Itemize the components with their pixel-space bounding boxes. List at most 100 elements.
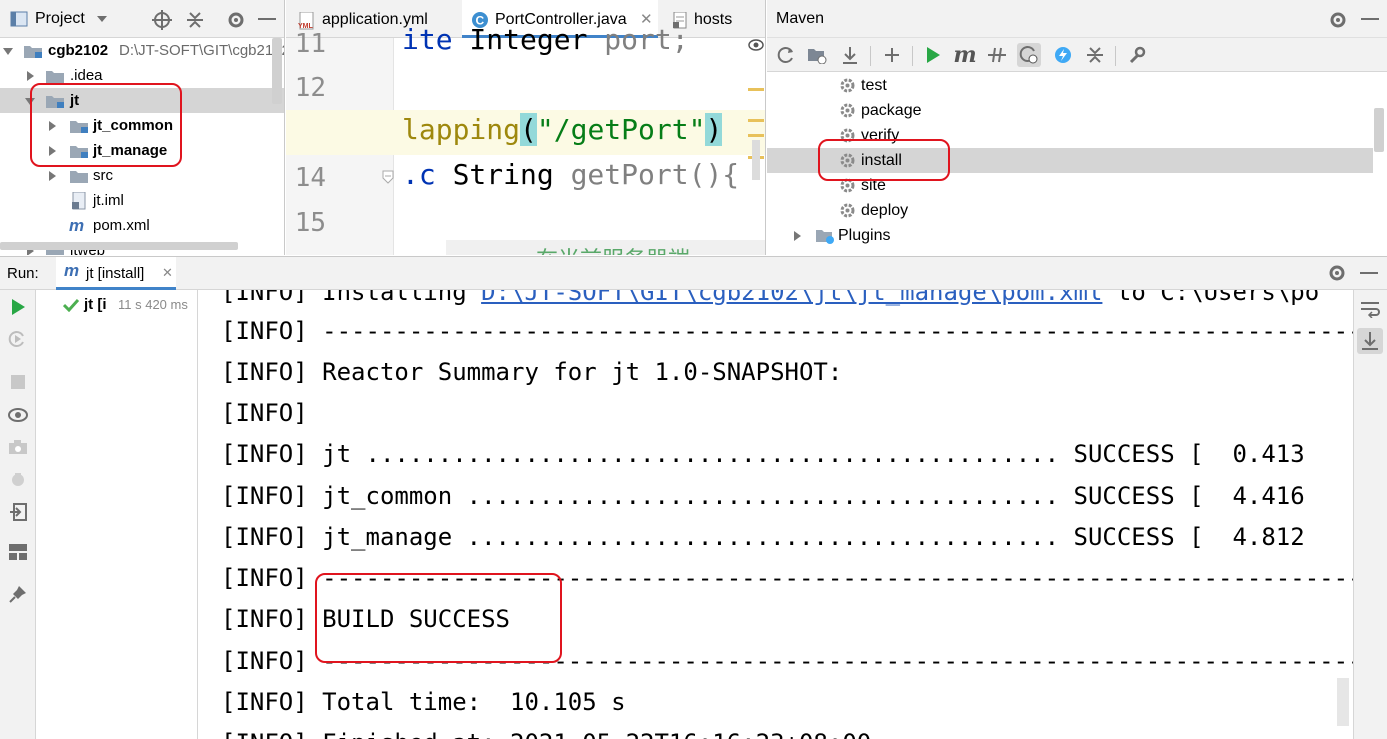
- project-title[interactable]: Project: [35, 10, 85, 28]
- pin-icon[interactable]: [6, 582, 30, 606]
- folder-icon: [70, 169, 88, 183]
- camera-icon[interactable]: [6, 435, 30, 459]
- log-text: Total time: 10.105 s: [307, 688, 626, 716]
- skip-tests-icon[interactable]: [1017, 43, 1041, 67]
- run-item-label: jt [i: [84, 296, 107, 313]
- chevron-down-icon[interactable]: [96, 14, 108, 24]
- gear-icon[interactable]: [1328, 10, 1348, 30]
- tab-jt-install[interactable]: m jt [install] ✕: [56, 257, 176, 290]
- wrench-icon[interactable]: [1125, 43, 1149, 67]
- console-line: [INFO]: [221, 393, 308, 434]
- console-scrollbar[interactable]: [1337, 678, 1349, 726]
- expand-arrow-icon[interactable]: [3, 38, 13, 63]
- log-text: jt_manage ..............................…: [307, 523, 1305, 551]
- editor-scrollbar[interactable]: [752, 140, 760, 180]
- lifecycle-item-package[interactable]: package: [767, 98, 1373, 123]
- warning-marker[interactable]: [748, 88, 764, 91]
- code-text: String: [435, 158, 571, 191]
- highlight-box-install: [818, 139, 950, 181]
- console-line: [INFO] ---------------------------------…: [221, 311, 1353, 352]
- layout-icon[interactable]: [6, 540, 30, 564]
- tree-item-plugins[interactable]: Plugins: [767, 223, 1373, 248]
- run-left-toolbar: [0, 290, 36, 739]
- lightning-icon[interactable]: [1051, 43, 1075, 67]
- project-view-icon[interactable]: [10, 11, 28, 27]
- lifecycle-label: deploy: [861, 202, 909, 219]
- minimize-icon[interactable]: [1361, 18, 1379, 21]
- yml-file-icon: YML: [298, 12, 318, 30]
- lifecycle-item-test[interactable]: test: [767, 73, 1373, 98]
- locate-icon[interactable]: [152, 10, 172, 30]
- minimize-icon[interactable]: [1360, 272, 1378, 275]
- toggle-offline-icon[interactable]: [985, 43, 1009, 67]
- maven-title: Maven: [776, 10, 825, 27]
- collapse-all-icon[interactable]: [186, 10, 204, 30]
- highlight-box-build-success: [315, 573, 562, 663]
- code-line-16: 在当前服务器端: [446, 240, 765, 255]
- add-icon[interactable]: [880, 43, 904, 67]
- warning-marker[interactable]: [748, 134, 764, 137]
- run-tree: jt [i 11 s 420 ms: [36, 290, 198, 739]
- line-number: 14: [294, 163, 326, 193]
- log-text: to C:\Users\po: [1102, 290, 1320, 306]
- run-tree-item[interactable]: jt [i 11 s 420 ms: [36, 293, 197, 317]
- fold-icon[interactable]: [382, 170, 394, 184]
- close-tab-icon[interactable]: ✕: [162, 265, 173, 281]
- scroll-to-end-icon[interactable]: [1357, 328, 1383, 354]
- gear-icon: [839, 77, 856, 94]
- warning-marker[interactable]: [748, 119, 764, 122]
- log-text: jt_common ..............................…: [307, 482, 1305, 510]
- toolbar-separator: [870, 46, 871, 66]
- tree-item-jt-iml[interactable]: jt.iml: [0, 188, 284, 213]
- log-prefix: [INFO]: [221, 482, 308, 510]
- minimize-icon[interactable]: [258, 18, 276, 21]
- console-output[interactable]: [INFO] Installing D:\JT-SOFT\GIT\cgb2102…: [199, 290, 1353, 739]
- lifecycle-label: test: [861, 77, 887, 94]
- code-method: getPort(){: [570, 158, 740, 191]
- gear-icon: [839, 202, 856, 219]
- lifecycle-item-deploy[interactable]: deploy: [767, 198, 1373, 223]
- gear-icon[interactable]: [1327, 263, 1347, 283]
- collapsed-arrow-icon[interactable]: [792, 231, 802, 241]
- code-comment: 在当前服务器端: [536, 242, 690, 255]
- tab-label: hosts: [694, 11, 733, 28]
- log-prefix: [INFO]: [221, 605, 308, 633]
- stop-icon[interactable]: [6, 370, 30, 394]
- run-label: Run:: [7, 265, 39, 282]
- tree-item-cgb2102[interactable]: cgb2102 D:\JT-SOFT\GIT\cgb2102: [0, 38, 284, 63]
- rerun-icon[interactable]: [6, 295, 30, 319]
- module-folder-icon: [24, 44, 42, 58]
- soft-wrap-icon[interactable]: [1360, 300, 1380, 318]
- code-editor[interactable]: YML application.yml C PortController.jav…: [286, 0, 766, 255]
- tree-item-pom-xml[interactable]: m pom.xml: [0, 213, 284, 238]
- project-panel-header: Project: [0, 0, 284, 38]
- maven-goal-icon[interactable]: m: [953, 42, 977, 68]
- eye-icon[interactable]: [748, 38, 764, 52]
- log-prefix: [INFO]: [221, 647, 308, 675]
- vertical-scrollbar[interactable]: [272, 38, 282, 104]
- download-icon[interactable]: [838, 43, 862, 67]
- lifecycle-label: package: [861, 102, 922, 119]
- log-prefix: [INFO]: [221, 523, 308, 551]
- gear-icon[interactable]: [226, 10, 246, 30]
- tree-label: cgb2102: [48, 42, 109, 59]
- log-link[interactable]: D:\JT-SOFT\GIT\cgb2102\jt\jt_manage\pom.…: [481, 290, 1102, 306]
- line-number: 15: [294, 208, 326, 238]
- collapse-all-icon[interactable]: [1083, 43, 1107, 67]
- reload-icon[interactable]: [774, 43, 798, 67]
- toolbar-separator: [1115, 46, 1116, 66]
- exit-icon[interactable]: [6, 500, 30, 524]
- horizontal-scrollbar[interactable]: [0, 242, 238, 250]
- console-line: [INFO] Installing D:\JT-SOFT\GIT\cgb2102…: [221, 290, 1319, 313]
- vertical-scrollbar[interactable]: [1374, 108, 1384, 152]
- log-prefix: [INFO]: [221, 729, 308, 739]
- code-line-13: lapping("/getPort"): [402, 113, 723, 146]
- highlight-box-modules: [30, 83, 182, 167]
- debug-icon[interactable]: [6, 468, 30, 492]
- eye-icon[interactable]: [6, 403, 30, 427]
- rerun-failed-icon[interactable]: [6, 328, 30, 352]
- plugins-folder-icon: [816, 228, 836, 244]
- reimport-folder-icon[interactable]: [805, 43, 829, 67]
- line-number: 12: [294, 73, 326, 103]
- run-icon[interactable]: [921, 43, 945, 67]
